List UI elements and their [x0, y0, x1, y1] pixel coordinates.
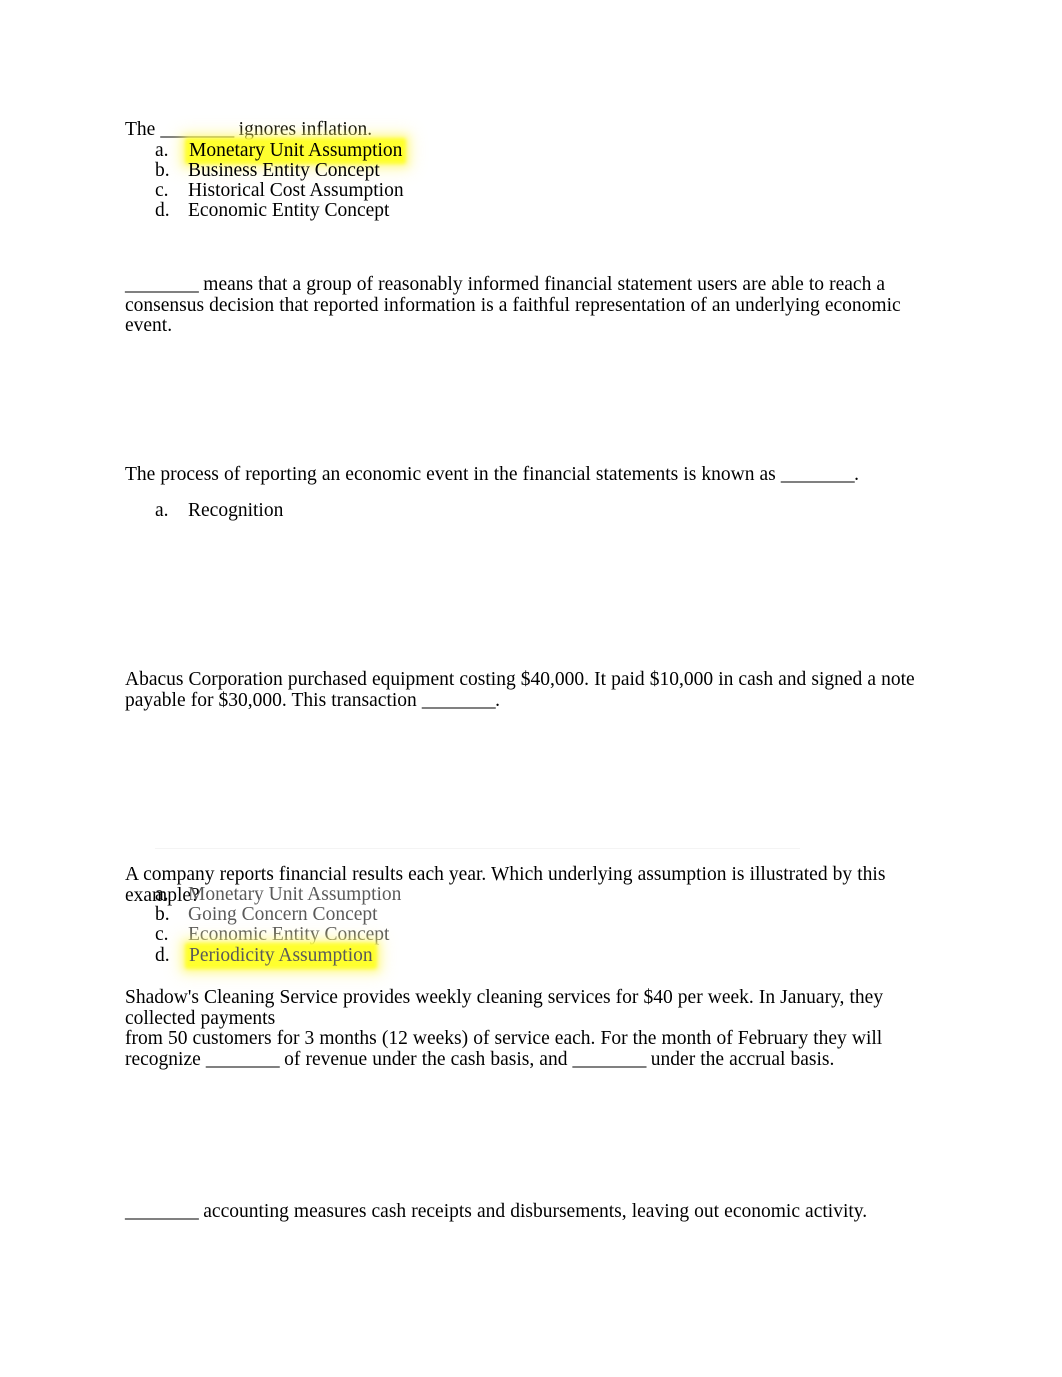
- question-6-line-2: from 50 customers for 3 months (12 weeks…: [125, 1028, 883, 1049]
- q1-stem-after: ignores inflation.: [233, 119, 373, 140]
- question-3-stem: The process of reporting an economic eve…: [125, 464, 940, 486]
- q3-stem-before: The process of reporting an economic eve…: [125, 464, 781, 485]
- option-marker: b.: [155, 904, 170, 926]
- option-row[interactable]: a. Monetary Unit Assumption: [125, 139, 940, 161]
- question-1-options: a. Monetary Unit Assumption b. Business …: [125, 139, 940, 222]
- option-label: Recognition: [188, 500, 284, 521]
- option-label: Economic Entity Concept: [188, 924, 390, 946]
- q2-stem-after: means that a group of reasonably informe…: [125, 274, 901, 336]
- q6-blank-accrual-basis: ________: [572, 1048, 647, 1070]
- q7-stem-after: accounting measures cash receipts and di…: [198, 1201, 868, 1222]
- q6-line3-middle: of revenue under the cash basis, and: [279, 1048, 573, 1070]
- question-6-line-1: Shadow's Cleaning Service provides weekl…: [125, 987, 884, 1029]
- option-label: Going Concern Concept: [188, 904, 378, 926]
- option-row[interactable]: a. Monetary Unit Assumption: [125, 884, 940, 905]
- option-list: a. Recognition: [125, 500, 940, 521]
- question-3-options: a. Recognition: [125, 500, 940, 521]
- q4-stem-before: Abacus Corporation purchased equipment c…: [125, 669, 915, 711]
- question-1-stem: The ________ ignores inflation.: [125, 119, 940, 141]
- q2-stem-blank: ________: [125, 274, 199, 295]
- q6-line3-after: under the accrual basis.: [645, 1048, 835, 1070]
- section-divider: [155, 848, 800, 849]
- question-block-6: Shadow's Cleaning Service provides weekl…: [125, 987, 940, 1071]
- option-label: Monetary Unit Assumption: [188, 139, 404, 161]
- question-4-stem: Abacus Corporation purchased equipment c…: [125, 669, 940, 711]
- option-label: Monetary Unit Assumption: [188, 884, 402, 905]
- q6-line3-before: recognize: [125, 1048, 206, 1070]
- question-6-line-3: recognize ________ of revenue under the …: [125, 1048, 940, 1071]
- option-list: a. Monetary Unit Assumption b. Going Con…: [125, 884, 940, 966]
- q4-stem-after: .: [495, 689, 500, 711]
- option-marker: a.: [155, 500, 169, 521]
- option-marker: a.: [155, 884, 169, 905]
- option-label: Periodicity Assumption: [188, 944, 374, 966]
- option-label: Historical Cost Assumption: [188, 179, 404, 201]
- option-row[interactable]: c. Economic Entity Concept: [125, 925, 940, 945]
- question-5-options: a. Monetary Unit Assumption b. Going Con…: [125, 884, 940, 966]
- q1-stem-blank: ________: [160, 119, 234, 140]
- option-row[interactable]: b. Business Entity Concept: [125, 159, 940, 181]
- q3-stem-blank: ________: [780, 464, 855, 485]
- option-row[interactable]: d. Periodicity Assumption: [125, 944, 940, 966]
- question-block-1: The ________ ignores inflation. a. Monet…: [125, 119, 940, 222]
- q1-stem-before: The: [125, 119, 161, 140]
- option-label: Economic Entity Concept: [188, 200, 390, 222]
- q6-blank-cash-basis: ________: [205, 1048, 280, 1070]
- option-row[interactable]: c. Historical Cost Assumption: [125, 179, 940, 201]
- option-marker: c.: [155, 179, 169, 201]
- q3-stem-after: .: [854, 464, 859, 485]
- option-row[interactable]: a. Recognition: [125, 500, 940, 521]
- option-marker: d.: [155, 944, 170, 966]
- option-marker: b.: [155, 159, 170, 181]
- option-row[interactable]: d. Economic Entity Concept: [125, 200, 940, 222]
- q4-stem-blank: ________: [421, 689, 496, 711]
- question-7-stem: ________ accounting measures cash receip…: [125, 1201, 940, 1223]
- document-page: The ________ ignores inflation. a. Monet…: [0, 0, 1062, 1377]
- question-block-4: Abacus Corporation purchased equipment c…: [125, 669, 940, 711]
- option-marker: d.: [155, 200, 170, 222]
- q7-stem-blank: ________: [125, 1201, 199, 1222]
- option-row[interactable]: b. Going Concern Concept: [125, 905, 940, 925]
- question-block-3: The process of reporting an economic eve…: [125, 464, 940, 486]
- option-marker: c.: [155, 924, 169, 946]
- option-label: Business Entity Concept: [188, 159, 380, 181]
- question-block-7: ________ accounting measures cash receip…: [125, 1201, 940, 1223]
- question-2-stem: ________ means that a group of reasonabl…: [125, 274, 940, 337]
- question-block-2: ________ means that a group of reasonabl…: [125, 274, 940, 337]
- option-marker: a.: [155, 139, 169, 161]
